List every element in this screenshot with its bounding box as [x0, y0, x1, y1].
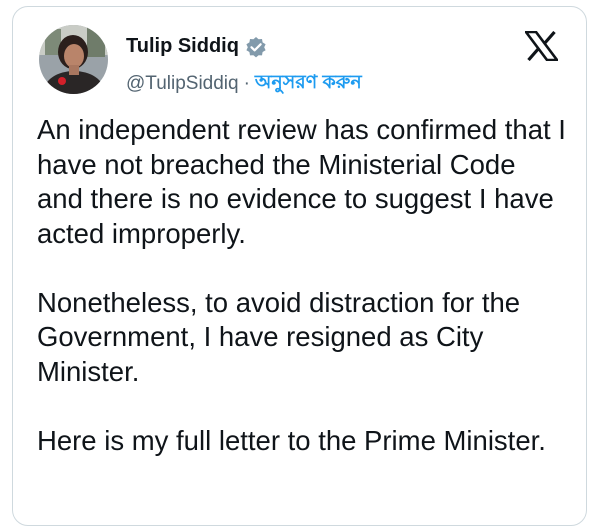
- tweet-paragraph: An independent review has confirmed that…: [37, 114, 566, 249]
- follow-button[interactable]: অনুসরণ করুন: [255, 68, 362, 100]
- profile-photo: [39, 25, 108, 94]
- verified-badge-icon: [245, 36, 267, 58]
- avatar[interactable]: [39, 25, 108, 94]
- author-name-row[interactable]: Tulip Siddiq: [126, 35, 267, 58]
- author-handle[interactable]: @TulipSiddiq: [126, 73, 239, 95]
- tweet-card: Tulip Siddiq @TulipSiddiq · অনুসরণ করুন …: [12, 6, 587, 526]
- tweet-paragraph: Here is my full letter to the Prime Mini…: [37, 424, 546, 456]
- handle-row: @TulipSiddiq · অনুসরণ করুন: [126, 68, 362, 100]
- separator: ·: [243, 73, 250, 94]
- tweet-paragraph: Nonetheless, to avoid distraction for th…: [37, 286, 521, 387]
- x-logo-icon[interactable]: [523, 30, 560, 62]
- author-name[interactable]: Tulip Siddiq: [126, 35, 239, 58]
- tweet-body: An independent review has confirmed that…: [37, 113, 567, 493]
